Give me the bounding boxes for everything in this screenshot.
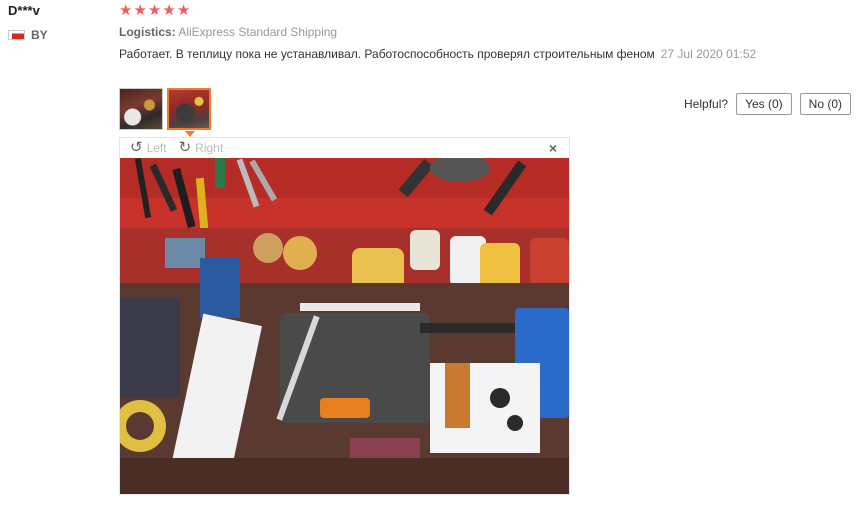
star-icon: ★	[119, 2, 133, 19]
review-photo-image	[169, 90, 209, 128]
star-icon: ★	[176, 2, 191, 19]
logistics-label: Logistics:	[119, 25, 176, 39]
rotate-right-button[interactable]: ↻ Right	[178, 139, 224, 156]
close-icon[interactable]: ×	[549, 140, 557, 156]
star-icon: ★	[162, 2, 176, 19]
rotate-left-icon: ↺	[130, 139, 143, 156]
star-icon: ★	[147, 2, 162, 19]
reviewer-country: BY	[8, 28, 48, 42]
rotate-left-label: Left	[146, 141, 167, 155]
helpful-label: Helpful?	[684, 97, 729, 111]
review-text: Работает. В теплицу пока не устанавливал…	[119, 47, 655, 61]
helpful-vote: Helpful? Yes (0) No (0)	[684, 93, 851, 115]
reviewer-name: D***v	[8, 3, 40, 18]
photo-viewer: ↺ Left ↻ Right ×	[119, 137, 570, 495]
review-photo-image	[120, 89, 162, 129]
star-icon: ★	[133, 2, 147, 19]
belarus-flag-icon	[8, 30, 25, 40]
review-photo-large-image	[120, 158, 569, 494]
rotate-left-button[interactable]: ↺ Left	[130, 139, 167, 156]
review-body: Работает. В теплицу пока не устанавливал…	[119, 46, 759, 63]
helpful-no-button[interactable]: No (0)	[799, 93, 851, 115]
helpful-yes-button[interactable]: Yes (0)	[736, 93, 792, 115]
logistics-info: Logistics: AliExpress Standard Shipping	[119, 25, 337, 39]
review-photo-thumbnail-2[interactable]	[167, 88, 211, 130]
review-date: 27 Jul 2020 01:52	[660, 47, 757, 61]
logistics-value: AliExpress Standard Shipping	[178, 25, 338, 39]
review-photo-thumbnails	[119, 88, 211, 130]
country-code: BY	[31, 28, 48, 42]
star-rating: ★ ★ ★ ★ ★	[119, 3, 190, 19]
rotate-right-icon: ↻	[178, 139, 192, 156]
review-photo-large	[120, 158, 569, 494]
photo-viewer-toolbar: ↺ Left ↻ Right ×	[120, 138, 569, 158]
rotate-right-label: Right	[195, 141, 224, 155]
review-item: D***v BY ★ ★ ★ ★ ★ Logistics: AliExpress…	[0, 0, 856, 512]
review-photo-thumbnail-1[interactable]	[119, 88, 163, 130]
